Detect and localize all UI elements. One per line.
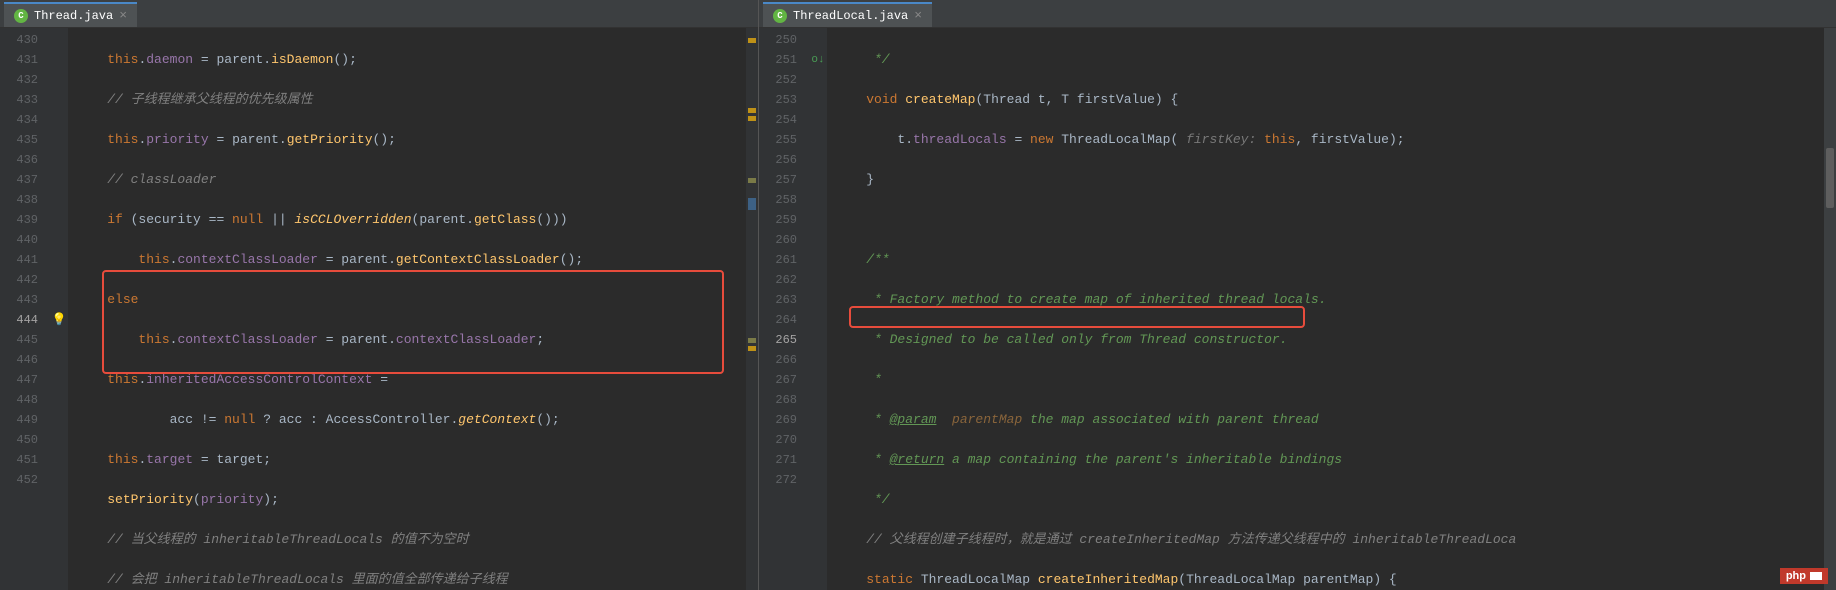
line-number-gutter[interactable]: 250251252253254 255256257258259 26026126… [759, 28, 809, 590]
tab-thread-java[interactable]: C Thread.java × [4, 2, 137, 27]
scrollbar-right[interactable] [1824, 28, 1836, 590]
tab-bar-left: C Thread.java × [0, 0, 758, 28]
java-class-icon: C [14, 9, 28, 23]
watermark-badge: php [1780, 568, 1828, 584]
override-icon[interactable]: o↓ [809, 50, 827, 70]
java-class-icon: C [773, 9, 787, 23]
marker-strip-left[interactable] [746, 28, 758, 590]
editor-pane-left: C Thread.java × 430431432433434 43543643… [0, 0, 759, 590]
line-number-gutter[interactable]: 430431432433434 435436437438439 44044144… [0, 28, 50, 590]
lightbulb-icon[interactable]: 💡 [50, 310, 68, 330]
code-area-left[interactable]: this.daemon = parent.isDaemon(); // 子线程继… [68, 28, 746, 590]
gutter-icon-strip: 💡 [50, 28, 68, 590]
scrollbar-thumb[interactable] [1826, 148, 1834, 208]
editor-body-left: 430431432433434 435436437438439 44044144… [0, 28, 758, 590]
code-area-right[interactable]: */ void createMap(Thread t, T firstValue… [827, 28, 1824, 590]
close-icon[interactable]: × [914, 8, 922, 23]
tab-label: Thread.java [34, 9, 113, 23]
tab-label: ThreadLocal.java [793, 9, 908, 23]
tab-bar-right: C ThreadLocal.java × [759, 0, 1836, 28]
editor-body-right: 250251252253254 255256257258259 26026126… [759, 28, 1836, 590]
split-editor-container: C Thread.java × 430431432433434 43543643… [0, 0, 1836, 590]
close-icon[interactable]: × [119, 8, 127, 23]
gutter-icon-strip: o↓ [809, 28, 827, 590]
tab-threadlocal-java[interactable]: C ThreadLocal.java × [763, 2, 932, 27]
highlight-box-left [102, 270, 724, 374]
editor-pane-right: C ThreadLocal.java × 250251252253254 255… [759, 0, 1836, 590]
